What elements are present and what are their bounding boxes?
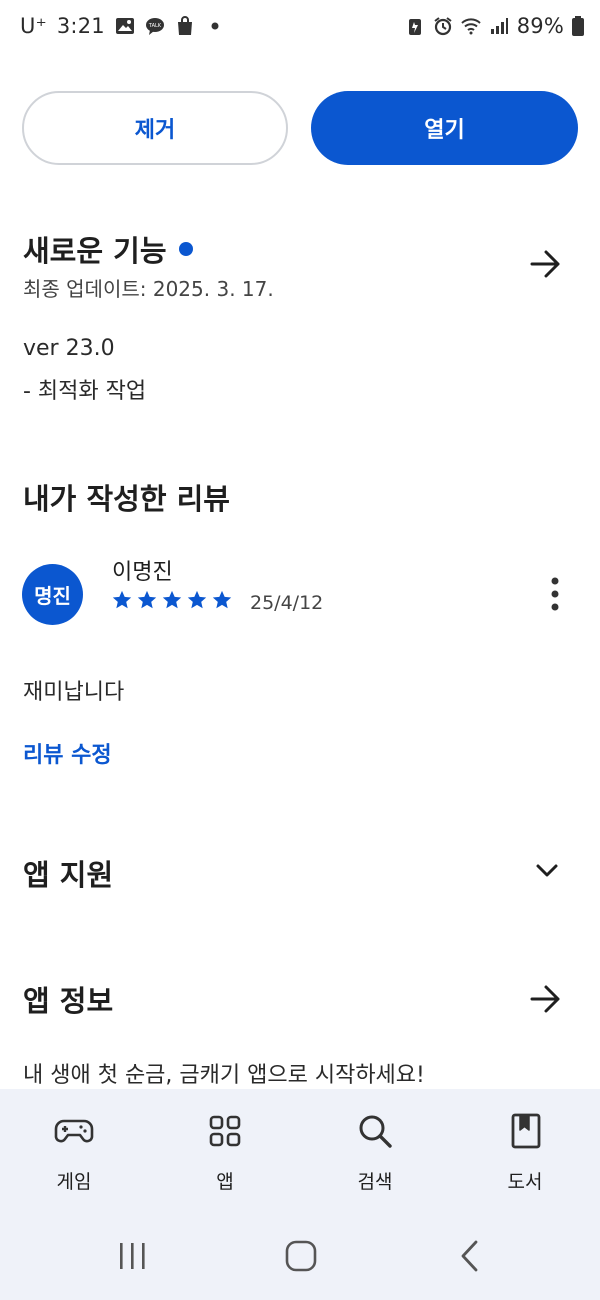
nav-item-apps[interactable]: 앱: [175, 1111, 275, 1194]
review-date: 25/4/12: [250, 592, 324, 614]
search-icon: [359, 1115, 392, 1148]
star-icon: [112, 590, 132, 609]
star-icon: [137, 590, 157, 609]
bottom-navigation: 게임 앱 검색 도서: [0, 1089, 600, 1300]
carrier-label: U⁺: [20, 14, 47, 38]
nav-label-search: 검색: [357, 1171, 393, 1193]
alarm-icon: [434, 17, 452, 36]
home-icon[interactable]: [285, 1240, 317, 1272]
back-icon[interactable]: [461, 1240, 478, 1272]
nav-label-games: 게임: [56, 1171, 92, 1193]
status-time: 3:21: [56, 14, 105, 38]
my-review-title: 내가 작성한 리뷰: [23, 482, 230, 516]
star-rating: [111, 589, 233, 611]
nav-item-games[interactable]: 게임: [24, 1111, 124, 1194]
shopping-bag-notification-icon: [177, 16, 192, 35]
nav-label-books: 도서: [507, 1171, 543, 1193]
review-text: 재미납니다: [23, 680, 125, 705]
star-icon: [187, 590, 207, 609]
nav-item-books[interactable]: 도서: [475, 1111, 575, 1194]
edit-review-link[interactable]: 리뷰 수정: [23, 737, 112, 769]
app-support-title[interactable]: 앱 지원: [23, 852, 113, 894]
book-icon: [511, 1113, 541, 1149]
status-bar: U⁺ 3:21 TALK 89%: [0, 0, 600, 56]
more-options-icon[interactable]: [540, 574, 570, 614]
star-icon: [162, 590, 182, 609]
talk-notification-icon: TALK: [145, 18, 164, 35]
nav-label-apps: 앱: [216, 1171, 234, 1193]
whats-new-title: 새로운 기능: [23, 234, 167, 268]
last-updated-text: 최종 업데이트: 2025. 3. 17.: [23, 277, 274, 301]
battery-percent: 89%: [516, 14, 564, 38]
star-icon: [212, 590, 232, 609]
svg-text:TALK: TALK: [148, 23, 162, 29]
chevron-down-icon[interactable]: [530, 854, 564, 888]
remove-button[interactable]: 제거: [22, 91, 288, 165]
app-info-title[interactable]: 앱 정보: [23, 978, 113, 1020]
apps-grid-icon: [209, 1115, 241, 1147]
more-notifications-dot-icon: [211, 22, 219, 30]
version-text: ver 23.0: [23, 336, 115, 361]
battery-saver-icon: [408, 19, 421, 35]
app-description: 내 생애 첫 순금, 금캐기 앱으로 시작하세요!: [23, 1063, 425, 1088]
release-notes-text: - 최적화 작업: [23, 379, 147, 404]
gamepad-icon: [54, 1119, 94, 1143]
nav-item-search[interactable]: 검색: [325, 1111, 425, 1194]
whats-new-header[interactable]: 새로운 기능: [23, 228, 193, 270]
wifi-icon: [461, 18, 481, 35]
gallery-notification-icon: [115, 18, 134, 34]
recent-apps-icon[interactable]: [120, 1243, 145, 1269]
reviewer-name: 이명진: [112, 560, 173, 585]
whats-new-arrow-icon[interactable]: [528, 246, 564, 282]
new-indicator-dot: [178, 242, 193, 256]
avatar: 명진: [22, 564, 83, 625]
signal-icon: [490, 18, 508, 34]
open-button[interactable]: 열기: [311, 91, 578, 165]
app-info-arrow-icon[interactable]: [528, 981, 564, 1017]
system-navigation-bar: [120, 1240, 478, 1272]
battery-icon: [572, 16, 584, 36]
